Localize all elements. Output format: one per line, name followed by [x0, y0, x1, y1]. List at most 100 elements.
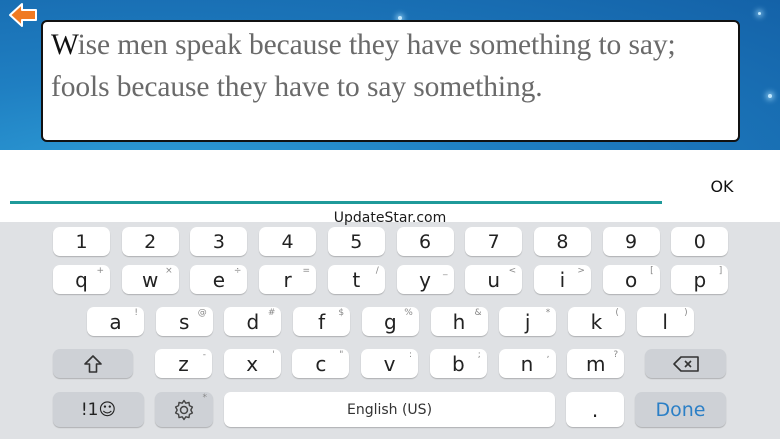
key-t-label: t	[352, 267, 361, 292]
settings-key-sub: *	[202, 393, 208, 403]
key-d[interactable]: d #	[224, 307, 282, 336]
key-l[interactable]: l)	[636, 307, 694, 336]
key-s[interactable]: s @	[155, 307, 213, 336]
period-key[interactable]: .	[566, 392, 624, 427]
key-u-secondary: <	[508, 266, 517, 276]
space-key-label: English (US)	[346, 401, 433, 418]
backspace-icon	[672, 355, 699, 372]
key-y[interactable]: y _	[396, 265, 454, 294]
key-i[interactable]: i >	[533, 265, 591, 294]
key-o[interactable]: o[	[602, 265, 660, 294]
key-v[interactable]: v:	[361, 349, 419, 378]
key-6[interactable]: 6	[396, 227, 454, 256]
key-h-secondary: &	[474, 308, 482, 318]
key-k-secondary: (	[615, 308, 619, 318]
key-b[interactable]: b;	[429, 349, 487, 378]
key-v-label: v	[383, 351, 396, 376]
key-w-label: w	[142, 267, 159, 292]
key-n-label: n	[520, 351, 534, 376]
key-9-label: 9	[625, 230, 638, 253]
key-n[interactable]: n,	[498, 349, 556, 378]
key-n-secondary: ,	[546, 350, 550, 360]
space-key[interactable]: English (US)	[224, 392, 555, 427]
period-key-label: .	[591, 397, 599, 422]
key-v-secondary: :	[409, 350, 413, 360]
key-0[interactable]: 0	[671, 227, 729, 256]
quote-line2: fools because they have to say something…	[51, 71, 543, 103]
key-8[interactable]: 8	[533, 227, 591, 256]
key-f[interactable]: f $	[293, 307, 351, 336]
key-b-label: b	[451, 351, 465, 376]
key-5-label: 5	[350, 230, 363, 253]
key-m[interactable]: m?	[567, 349, 625, 378]
key-w-secondary: ×	[165, 266, 173, 276]
backspace-key[interactable]	[645, 349, 726, 378]
key-j-secondary: *	[545, 308, 551, 318]
key-7-label: 7	[487, 230, 500, 253]
key-9[interactable]: 9	[602, 227, 660, 256]
key-4-label: 4	[281, 230, 294, 253]
back-arrow-icon	[9, 3, 37, 27]
back-button[interactable]	[8, 2, 38, 28]
key-z-secondary: -	[202, 350, 206, 360]
key-3[interactable]: 3	[190, 227, 248, 256]
key-0-label: 0	[693, 230, 706, 253]
key-1-label: 1	[75, 230, 88, 253]
key-x[interactable]: x '	[223, 349, 281, 378]
key-i-label: i	[559, 267, 566, 292]
key-5[interactable]: 5	[327, 227, 385, 256]
key-f-secondary: $	[338, 308, 345, 318]
key-t-secondary: /	[375, 266, 379, 276]
answer-input[interactable]	[10, 162, 662, 204]
key-j[interactable]: j *	[499, 307, 557, 336]
key-6-label: 6	[418, 230, 432, 253]
key-r-label: r	[283, 267, 292, 292]
key-2[interactable]: 2	[121, 227, 179, 256]
key-i-secondary: >	[577, 266, 585, 276]
key-t[interactable]: t /	[327, 265, 385, 294]
key-z-label: z	[178, 351, 189, 376]
key-u[interactable]: u <	[465, 265, 523, 294]
key-z[interactable]: z-	[155, 349, 212, 378]
key-q[interactable]: q +	[53, 265, 110, 294]
key-2-label: 2	[144, 230, 157, 253]
key-c-secondary: "	[339, 350, 344, 360]
ok-button[interactable]: OK	[698, 172, 746, 200]
gear-icon	[174, 399, 194, 420]
settings-key[interactable]: *	[155, 392, 213, 427]
star-decoration	[768, 94, 772, 98]
key-r[interactable]: r =	[259, 265, 317, 294]
key-j-label: j	[524, 309, 531, 334]
key-a[interactable]: a!	[87, 307, 144, 336]
key-g[interactable]: g%	[361, 307, 419, 336]
key-3-label: 3	[212, 230, 225, 253]
key-k[interactable]: k(	[567, 307, 625, 336]
key-e[interactable]: e ÷	[190, 265, 248, 294]
key-h[interactable]: h &	[430, 307, 488, 336]
key-s-secondary: @	[197, 308, 207, 318]
shift-key[interactable]	[53, 349, 133, 378]
key-1[interactable]: 1	[53, 227, 110, 256]
key-s-label: s	[178, 309, 190, 334]
key-c[interactable]: c "	[292, 349, 350, 378]
key-b-secondary: ;	[477, 350, 481, 360]
key-e-label: e	[212, 267, 226, 292]
key-h-label: h	[452, 309, 466, 334]
key-e-secondary: ÷	[233, 266, 242, 276]
key-u-label: u	[487, 267, 501, 292]
key-a-secondary: !	[134, 308, 138, 318]
key-q-label: q	[75, 267, 88, 292]
symbols-key[interactable]: !1☺	[53, 392, 144, 427]
key-m-secondary: ?	[613, 350, 619, 360]
key-o-secondary: [	[650, 266, 654, 276]
key-4[interactable]: 4	[259, 227, 317, 256]
key-a-label: a	[109, 309, 122, 334]
key-7[interactable]: 7	[465, 227, 523, 256]
key-x-label: x	[246, 351, 259, 376]
key-w[interactable]: w ×	[121, 265, 179, 294]
star-decoration	[758, 12, 761, 15]
quote-card: Wise men speak because they have somethi…	[41, 20, 740, 142]
key-y-secondary: _	[443, 266, 448, 276]
key-p[interactable]: p]	[671, 265, 729, 294]
done-key[interactable]: Done	[635, 392, 726, 427]
